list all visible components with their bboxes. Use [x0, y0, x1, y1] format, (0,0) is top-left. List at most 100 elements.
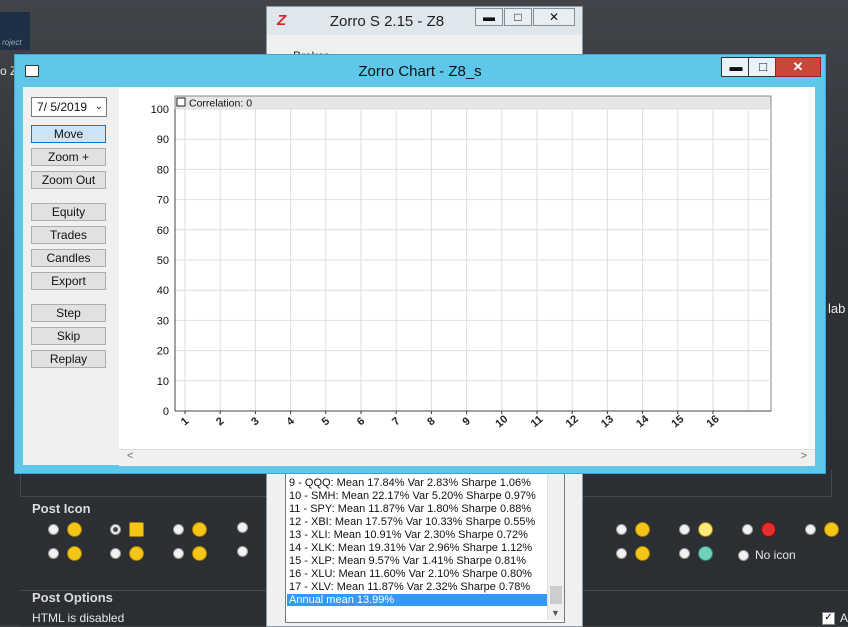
x-tick-label: 7: [390, 415, 402, 428]
smiley-icon: [824, 522, 839, 537]
site-logo[interactable]: roject: [0, 12, 30, 50]
zoom-out-button[interactable]: Zoom Out: [31, 171, 106, 189]
no-icon-option[interactable]: No icon: [738, 548, 796, 562]
radio-selected-icon[interactable]: [110, 524, 121, 535]
radio-icon[interactable]: [742, 524, 753, 535]
scroll-left-arrow-icon[interactable]: <: [127, 450, 133, 462]
x-tick-label: 13: [599, 413, 616, 430]
icon-option[interactable]: [48, 522, 82, 537]
icon-option[interactable]: [237, 522, 248, 533]
y-tick-label: 60: [157, 225, 169, 237]
scroll-right-arrow-icon[interactable]: >: [801, 450, 807, 462]
smiley-icon: [67, 546, 82, 561]
y-tick-label: 50: [157, 255, 169, 267]
radio-icon[interactable]: [738, 549, 749, 561]
step-button[interactable]: Step: [31, 304, 106, 322]
maximize-button[interactable]: □: [748, 57, 778, 77]
x-tick-label: 8: [425, 415, 437, 428]
icon-option[interactable]: [616, 546, 650, 561]
skip-button[interactable]: Skip: [31, 327, 106, 345]
chart-titlebar[interactable]: Zorro Chart - Z8_s ▬ □ ✕: [15, 55, 825, 86]
chart-client-area: 7/ 5/2019 ⌄ Move Zoom + Zoom Out Equity T…: [23, 87, 815, 466]
scroll-down-arrow-icon[interactable]: ▼: [551, 608, 560, 618]
candles-button[interactable]: Candles: [31, 249, 106, 267]
icon-option[interactable]: [173, 522, 207, 537]
legend-checkbox[interactable]: [176, 97, 186, 107]
list-item[interactable]: 13 - XLI: Mean 10.91% Var 2.30% Sharpe 0…: [289, 529, 528, 541]
radio-icon[interactable]: [48, 548, 59, 559]
html-status: HTML is disabled: [32, 611, 125, 625]
radio-icon[interactable]: [616, 548, 627, 559]
chart-controls-panel: 7/ 5/2019 ⌄ Move Zoom + Zoom Out Equity T…: [23, 87, 117, 465]
x-tick-label: 11: [529, 413, 546, 430]
no-icon-label: No icon: [755, 548, 796, 562]
post-options-title: Post Options: [32, 590, 113, 605]
icon-option[interactable]: [237, 546, 248, 557]
chart-window-title: Zorro Chart - Z8_s: [358, 63, 482, 80]
close-button[interactable]: ✕: [533, 8, 575, 26]
chart-plot-area[interactable]: Correlation: 0 0 10 20 30 40 50 60 70 80 90 100 1 2 3…: [119, 87, 815, 465]
date-select[interactable]: 7/ 5/2019 ⌄: [31, 97, 107, 117]
x-tick-label: 14: [634, 413, 652, 431]
plot-frame: [174, 95, 772, 412]
lightbulb-icon: [698, 522, 713, 537]
scrollbar-thumb[interactable]: [550, 586, 562, 604]
x-tick-label: 10: [493, 413, 510, 430]
y-tick-label: 100: [151, 104, 169, 116]
chart-grid: [174, 95, 772, 412]
close-button[interactable]: ✕: [775, 57, 821, 77]
list-item[interactable]: 17 - XLV: Mean 11.87% Var 2.32% Sharpe 0…: [289, 581, 530, 593]
icon-option[interactable]: [742, 522, 776, 537]
icon-option[interactable]: [110, 522, 144, 537]
results-scrollbar[interactable]: ▼: [547, 474, 564, 620]
legend-label: Correlation: 0: [189, 98, 252, 110]
icon-option[interactable]: [805, 522, 839, 537]
radio-icon[interactable]: [110, 548, 121, 559]
chevron-down-icon[interactable]: ⌄: [95, 98, 103, 116]
radio-icon[interactable]: [48, 524, 59, 535]
minimize-button[interactable]: ▬: [721, 57, 751, 77]
radio-icon[interactable]: [679, 524, 690, 535]
trades-button[interactable]: Trades: [31, 226, 106, 244]
minimize-button[interactable]: ▬: [475, 8, 503, 26]
chart-horizontal-scrollbar[interactable]: < >: [119, 449, 815, 466]
radio-icon[interactable]: [679, 548, 690, 559]
option-checkbox[interactable]: ✓: [822, 612, 835, 625]
option-checkbox-label: A: [840, 611, 848, 625]
maximize-button[interactable]: □: [504, 8, 532, 26]
icon-option[interactable]: [173, 546, 207, 561]
list-item[interactable]: 16 - XLU: Mean 11.60% Var 2.10% Sharpe 0…: [289, 568, 532, 580]
grin-icon: [698, 546, 713, 561]
y-tick-label: 80: [157, 164, 169, 176]
list-item[interactable]: 15 - XLP: Mean 9.57% Var 1.41% Sharpe 0.…: [289, 555, 526, 567]
list-item[interactable]: 12 - XBI: Mean 17.57% Var 10.33% Sharpe …: [289, 516, 535, 528]
x-tick-label: 16: [705, 413, 722, 430]
zoom-in-button[interactable]: Zoom +: [31, 148, 106, 166]
list-item[interactable]: 14 - XLK: Mean 19.31% Var 2.96% Sharpe 1…: [289, 542, 532, 554]
move-button[interactable]: Move: [31, 125, 106, 143]
radio-icon[interactable]: [237, 522, 248, 533]
icon-option[interactable]: [616, 522, 650, 537]
results-listbox[interactable]: 9 - QQQ: Mean 17.84% Var 2.83% Sharpe 1.…: [285, 473, 565, 623]
export-button[interactable]: Export: [31, 272, 106, 290]
legend-bar: [175, 96, 771, 109]
radio-icon[interactable]: [173, 524, 184, 535]
icon-option[interactable]: [110, 546, 144, 561]
list-item[interactable]: 11 - SPY: Mean 11.87% Var 1.80% Sharpe 0…: [289, 503, 531, 515]
icon-option[interactable]: [48, 546, 82, 561]
x-tick-label: 5: [320, 415, 332, 428]
zorro-main-title: Zorro S 2.15 - Z8: [329, 13, 445, 30]
icon-option[interactable]: [679, 522, 713, 537]
list-item-selected[interactable]: Annual mean 13.99%: [287, 594, 548, 606]
icon-option[interactable]: [679, 546, 713, 561]
radio-icon[interactable]: [237, 546, 248, 557]
list-item[interactable]: 10 - SMH: Mean 22.17% Var 5.20% Sharpe 0…: [289, 490, 536, 502]
zorro-main-titlebar[interactable]: Z Zorro S 2.15 - Z8 ▬ □ ✕: [267, 7, 582, 35]
equity-button[interactable]: Equity: [31, 203, 106, 221]
replay-button[interactable]: Replay: [31, 350, 106, 368]
radio-icon[interactable]: [173, 548, 184, 559]
radio-icon[interactable]: [616, 524, 627, 535]
list-item[interactable]: 9 - QQQ: Mean 17.84% Var 2.83% Sharpe 1.…: [289, 477, 531, 489]
radio-icon[interactable]: [805, 524, 816, 535]
y-tick-label: 20: [157, 346, 169, 358]
